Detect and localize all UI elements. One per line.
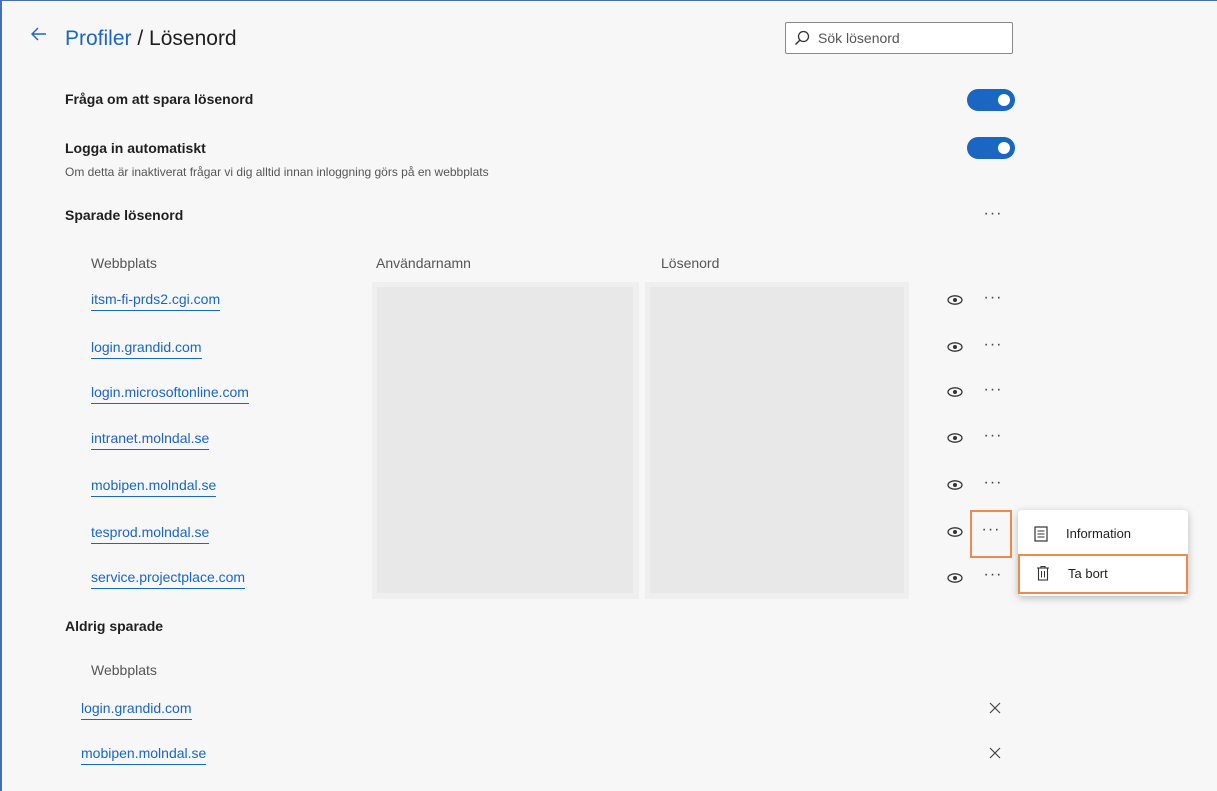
show-password-eye-icon[interactable] — [946, 571, 964, 585]
never-saved-heading: Aldrig sparade — [65, 618, 164, 634]
row-more-icon[interactable]: ··· — [981, 337, 1005, 358]
row-more-icon[interactable]: ··· — [981, 475, 1005, 496]
breadcrumb-separator: / — [131, 27, 150, 50]
show-password-eye-icon[interactable] — [946, 385, 964, 399]
never-saved-site-link[interactable]: mobipen.molndal.se — [81, 745, 207, 765]
saved-site-link[interactable]: service.projectplace.com — [91, 569, 246, 589]
auto-signin-label: Logga in automatiskt — [65, 140, 206, 156]
search-box[interactable] — [785, 22, 1013, 54]
menu-item-label: Ta bort — [1068, 566, 1108, 581]
offer-save-toggle[interactable] — [967, 89, 1015, 111]
menu-item-delete[interactable]: Ta bort — [1018, 554, 1188, 594]
auto-signin-toggle[interactable] — [967, 137, 1015, 159]
saved-site-link[interactable]: tesprod.molndal.se — [91, 524, 210, 544]
column-header-site: Webbplats — [91, 255, 157, 271]
trash-icon — [1037, 565, 1049, 581]
saved-site-link[interactable]: login.grandid.com — [91, 339, 202, 359]
row-more-icon[interactable]: ··· — [981, 290, 1005, 311]
never-saved-site-link[interactable]: login.grandid.com — [81, 700, 192, 720]
toggle-knob — [998, 94, 1010, 106]
details-icon — [1034, 526, 1048, 542]
show-password-eye-icon[interactable] — [946, 478, 964, 492]
search-input[interactable] — [818, 28, 1004, 48]
menu-item-label: Information — [1066, 526, 1132, 541]
remove-x-icon[interactable] — [988, 746, 1002, 760]
saved-passwords-more-icon[interactable]: ··· — [981, 206, 1005, 227]
never-saved-column-header-site: Webbplats — [91, 662, 157, 678]
show-password-eye-icon[interactable] — [946, 340, 964, 354]
column-header-password: Lösenord — [661, 255, 720, 271]
row-more-icon[interactable]: ··· — [979, 522, 1003, 543]
row-more-icon[interactable]: ··· — [981, 382, 1005, 403]
breadcrumb: Profiler / Lösenord — [65, 27, 237, 51]
auto-signin-description: Om detta är inaktiverat frågar vi dig al… — [65, 165, 489, 179]
page-title: Lösenord — [149, 27, 237, 50]
offer-save-label: Fråga om att spara lösenord — [65, 91, 254, 107]
saved-site-link[interactable]: login.microsoftonline.com — [91, 384, 249, 404]
back-arrow-icon[interactable] — [28, 23, 50, 45]
saved-site-link[interactable]: itsm-fi-prds2.cgi.com — [91, 291, 221, 311]
username-values-hidden — [377, 287, 633, 593]
saved-site-link[interactable]: intranet.molndal.se — [91, 430, 210, 450]
toggle-knob — [998, 142, 1010, 154]
show-password-eye-icon[interactable] — [946, 525, 964, 539]
breadcrumb-profiles-link[interactable]: Profiler — [65, 27, 132, 50]
menu-item-information[interactable]: Information — [1018, 516, 1188, 552]
row-more-icon[interactable]: ··· — [981, 567, 1005, 588]
saved-site-link[interactable]: mobipen.molndal.se — [91, 477, 217, 497]
column-header-username: Användarnamn — [376, 255, 471, 271]
saved-passwords-heading: Sparade lösenord — [65, 207, 184, 223]
search-icon — [795, 30, 810, 45]
password-values-hidden — [650, 287, 904, 593]
remove-x-icon[interactable] — [988, 701, 1002, 715]
show-password-eye-icon[interactable] — [946, 431, 964, 445]
row-context-menu: Information Ta bort — [1018, 510, 1188, 596]
passwords-page: Profiler / Lösenord Fråga om att spara l… — [0, 0, 1217, 791]
row-more-icon[interactable]: ··· — [981, 428, 1005, 449]
show-password-eye-icon[interactable] — [946, 293, 964, 307]
